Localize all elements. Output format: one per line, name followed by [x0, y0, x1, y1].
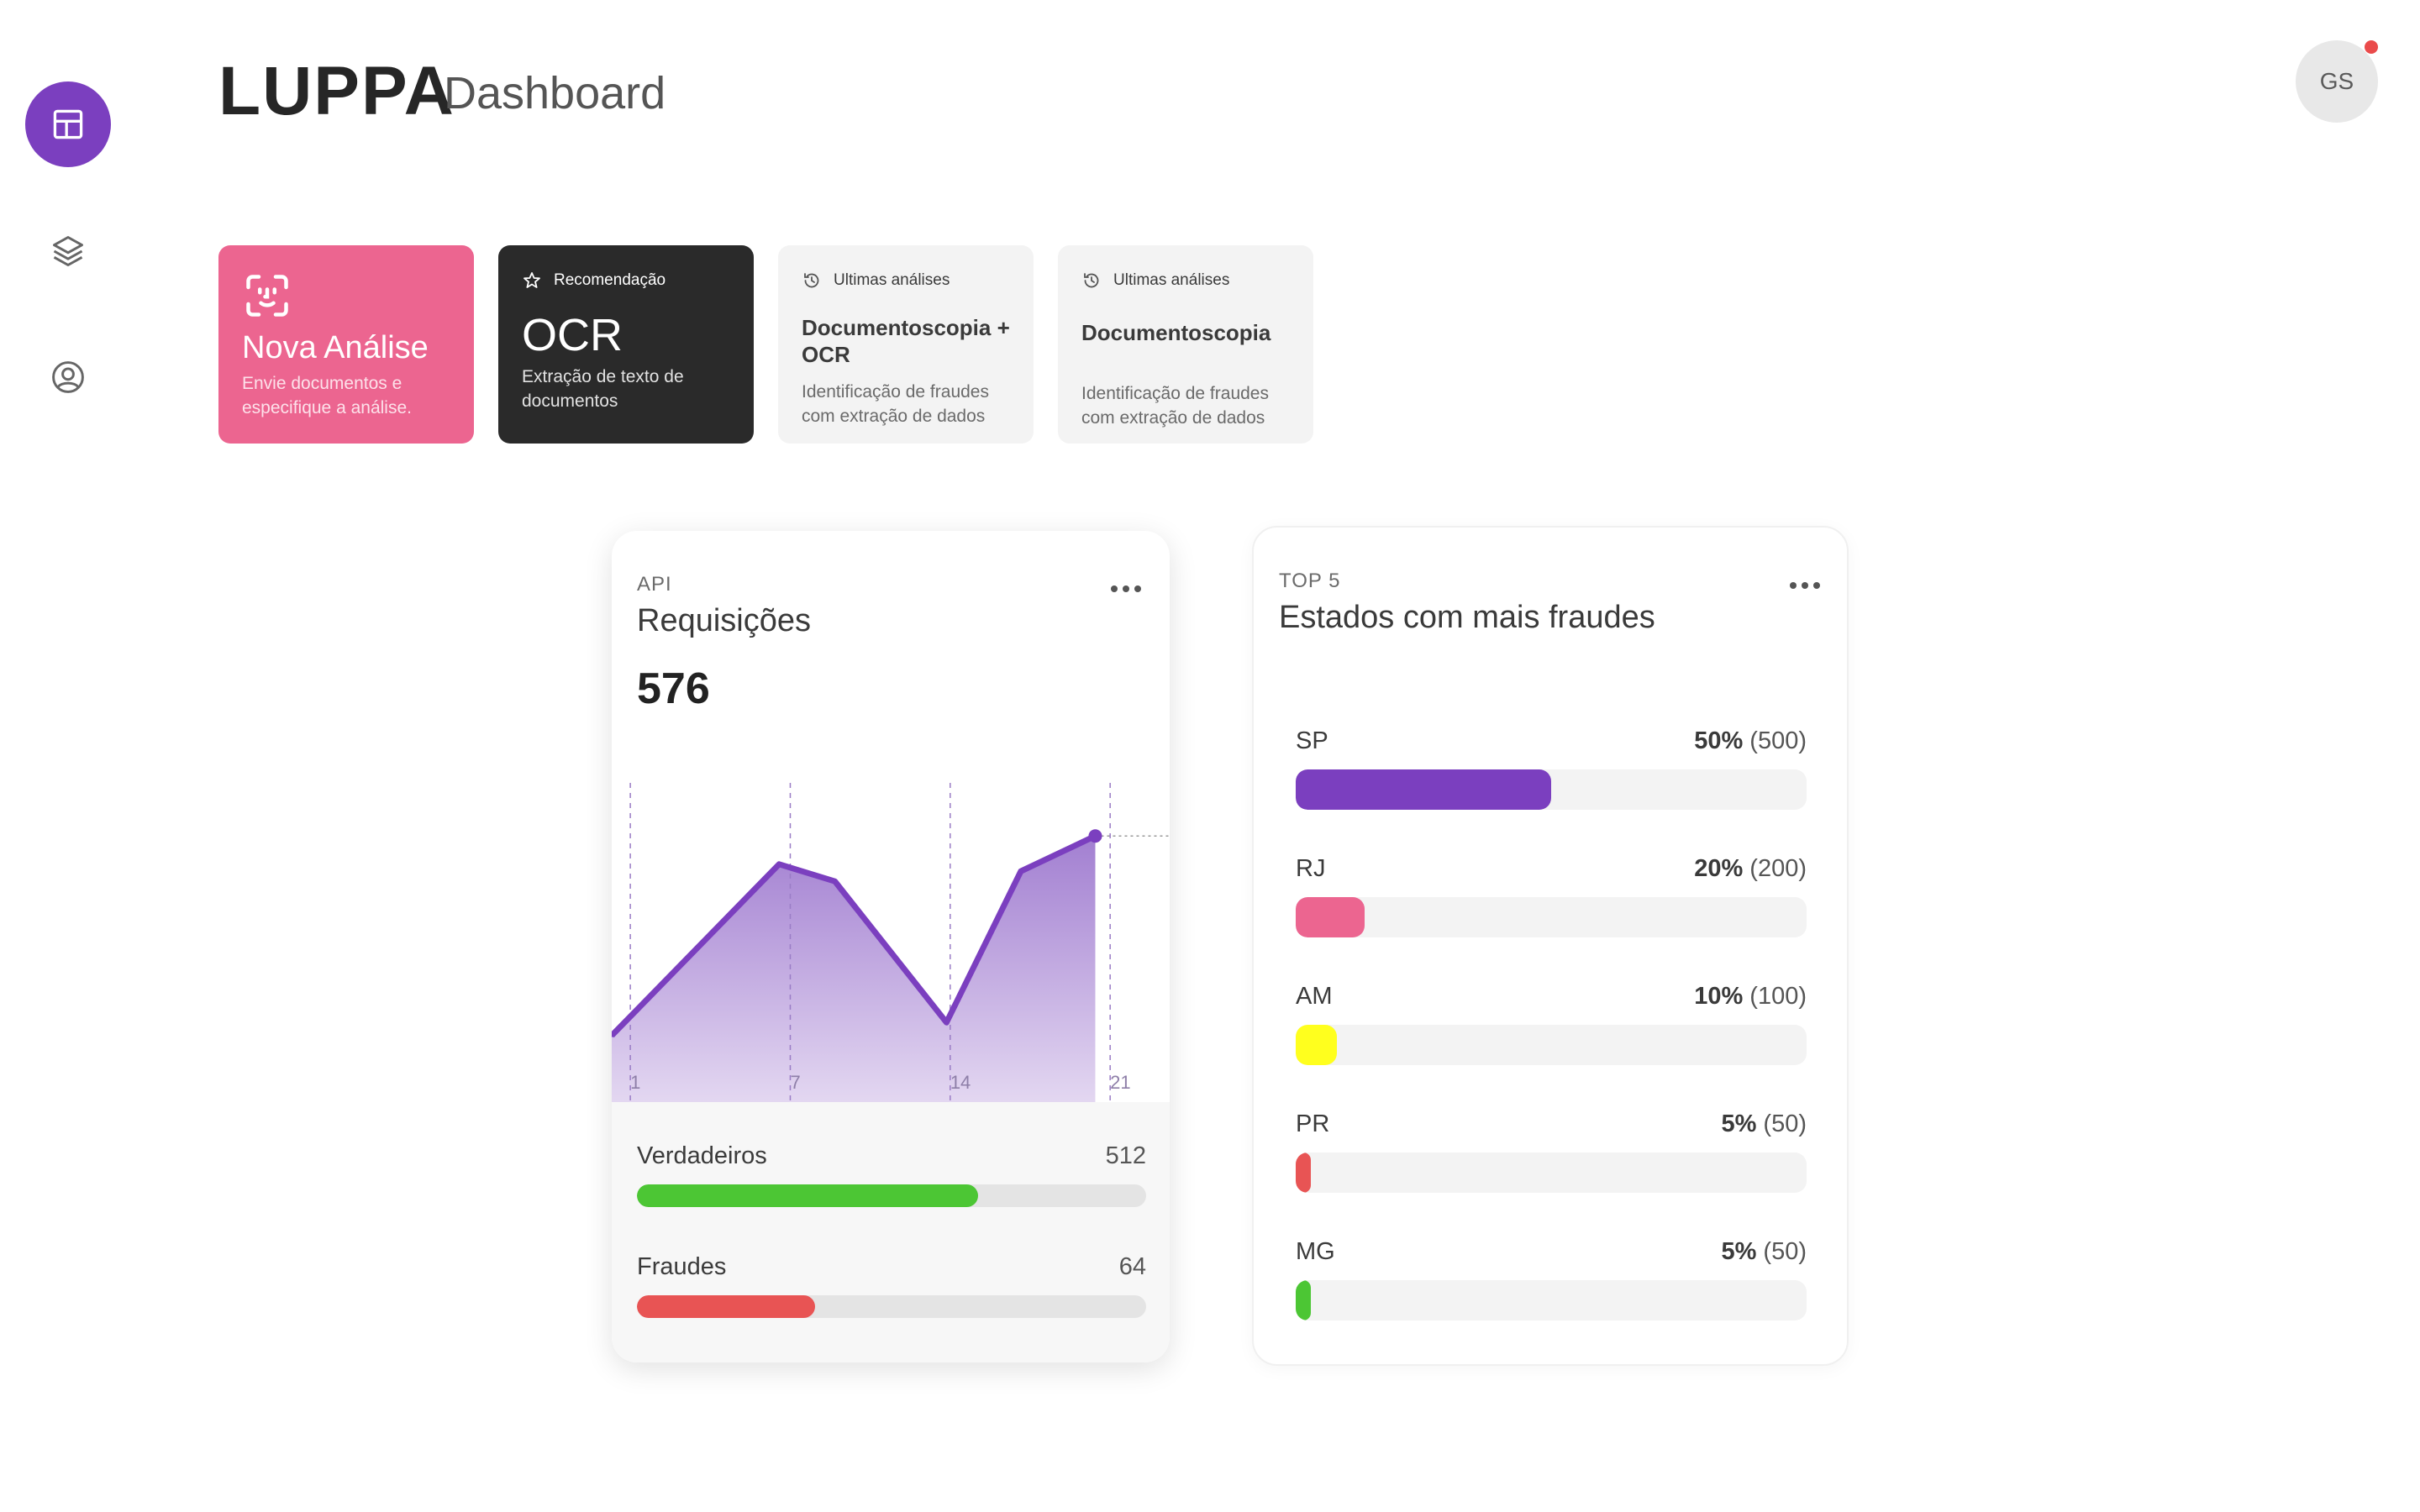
recent-analysis-tag-label: Ultimas análises — [1113, 271, 1230, 289]
chart-data-point — [833, 879, 837, 884]
page-title: Dashboard — [444, 68, 666, 118]
sidebar-item-profile[interactable] — [25, 334, 111, 420]
top-states-card: TOP 5 Estados com mais fraudes SP 50% (5… — [1252, 526, 1849, 1366]
state-stat: 10% (100) — [1694, 983, 1807, 1011]
new-analysis-title: Nova Análise — [242, 330, 429, 365]
chart-area — [612, 836, 1096, 1102]
star-icon — [523, 272, 540, 288]
api-card-kicker: API — [637, 573, 672, 596]
state-count: (100) — [1749, 983, 1807, 1010]
more-options-icon[interactable] — [1790, 582, 1820, 589]
state-stat: 20% (200) — [1694, 855, 1807, 883]
sidebar-item-dashboard[interactable] — [25, 81, 111, 167]
chart-data-point — [944, 1021, 949, 1025]
metric-fraudes: Fraudes 64 — [637, 1253, 1146, 1318]
recent-analysis-description: Identificação de fraudes com extração de… — [1081, 384, 1269, 428]
metric-progress-fill — [637, 1295, 816, 1318]
history-icon — [1084, 273, 1099, 288]
state-row-rj: RJ 20% (200) — [1296, 855, 1807, 948]
history-icon — [804, 273, 819, 288]
recent-analysis-tag: Ultimas análises — [802, 270, 1010, 291]
metric-value: 64 — [1118, 1253, 1146, 1280]
state-progress-track — [1296, 1280, 1807, 1320]
api-requests-card: API Requisições 576 1 7 14 21 Verdadeiros 5… — [612, 531, 1170, 1362]
state-progress-track — [1296, 1152, 1807, 1193]
api-card-summary: Verdadeiros 512 Fraudes 64 — [612, 1102, 1170, 1362]
metric-progress-fill — [637, 1184, 979, 1207]
recommendation-tag: Recomendação — [522, 270, 730, 291]
state-count: (200) — [1749, 855, 1807, 882]
state-progress-fill — [1296, 1152, 1312, 1193]
recent-analysis-card[interactable]: Ultimas análises Documentoscopia Identif… — [1058, 245, 1313, 444]
state-count: (50) — [1763, 1238, 1807, 1265]
metric-verdadeiros: Verdadeiros 512 — [637, 1142, 1146, 1207]
recent-analysis-title: Documentoscopia + OCR — [802, 315, 1010, 367]
api-card-title: Requisições — [637, 603, 811, 638]
state-row-sp: SP 50% (500) — [1296, 727, 1807, 820]
metric-progress-track — [637, 1184, 1146, 1207]
recommendation-description: Extração de texto de documentos — [522, 367, 684, 411]
state-progress-track — [1296, 897, 1807, 937]
state-progress-track — [1296, 769, 1807, 810]
state-progress-fill — [1296, 1280, 1312, 1320]
state-percent: 20% — [1694, 855, 1744, 882]
top-card-title: Estados com mais fraudes — [1279, 600, 1655, 635]
state-progress-fill — [1296, 769, 1551, 810]
dashboard-icon — [53, 109, 83, 139]
state-percent: 5% — [1721, 1238, 1757, 1265]
state-row-am: AM 10% (100) — [1296, 983, 1807, 1075]
chart-data-point — [777, 862, 781, 866]
metric-progress-track — [637, 1295, 1146, 1318]
top-card-kicker: TOP 5 — [1279, 570, 1341, 592]
recommendation-tag-label: Recomendação — [554, 271, 666, 289]
recent-analysis-description: Identificação de fraudes com extração de… — [802, 382, 989, 426]
chart-data-point — [1018, 869, 1023, 874]
metric-label: Fraudes — [637, 1253, 727, 1280]
state-progress-fill — [1296, 897, 1365, 937]
chart-last-point[interactable] — [1088, 829, 1102, 843]
state-row-pr: PR 5% (50) — [1296, 1110, 1807, 1203]
user-circle-icon — [52, 361, 84, 393]
state-percent: 10% — [1694, 983, 1744, 1010]
recent-analysis-tag: Ultimas análises — [1081, 270, 1290, 291]
recent-analysis-title: Documentoscopia — [1081, 320, 1271, 345]
recent-analysis-card[interactable]: Ultimas análises Documentoscopia + OCR I… — [778, 245, 1034, 444]
face-scan-icon — [246, 275, 288, 317]
x-tick-label: 21 — [1110, 1072, 1130, 1093]
metric-value: 512 — [1105, 1142, 1146, 1169]
state-progress-track — [1296, 1025, 1807, 1065]
x-tick-label: 1 — [630, 1072, 640, 1093]
metric-label: Verdadeiros — [637, 1142, 767, 1169]
recommendation-card-ocr[interactable]: Recomendação OCR Extração de texto de do… — [498, 245, 754, 444]
requests-area-chart: 1 7 14 21 — [612, 783, 1170, 1102]
state-row-mg: MG 5% (50) — [1296, 1238, 1807, 1331]
brand-logo: LUPPA — [218, 53, 455, 129]
notification-badge — [2365, 40, 2378, 54]
state-stat: 5% (50) — [1721, 1110, 1807, 1138]
state-progress-fill — [1296, 1025, 1337, 1065]
x-tick-label: 7 — [790, 1072, 800, 1093]
new-analysis-description: Envie documentos e especifique a análise… — [242, 374, 412, 417]
recent-analysis-tag-label: Ultimas análises — [834, 271, 950, 289]
state-stat: 50% (500) — [1694, 727, 1807, 755]
layers-icon — [53, 236, 83, 266]
user-avatar[interactable]: GS — [2296, 40, 2378, 123]
new-analysis-card[interactable]: Nova Análise Envie documentos e especifi… — [218, 245, 474, 444]
x-tick-label: 14 — [950, 1072, 971, 1093]
api-requests-total: 576 — [637, 664, 710, 713]
state-stat: 5% (50) — [1721, 1238, 1807, 1266]
sidebar-item-layers[interactable] — [25, 208, 111, 294]
state-percent: 5% — [1721, 1110, 1757, 1137]
recommendation-title: OCR — [522, 310, 623, 360]
state-count: (50) — [1763, 1110, 1807, 1137]
more-options-icon[interactable] — [1111, 585, 1141, 592]
state-count: (500) — [1749, 727, 1807, 754]
state-percent: 50% — [1694, 727, 1744, 754]
